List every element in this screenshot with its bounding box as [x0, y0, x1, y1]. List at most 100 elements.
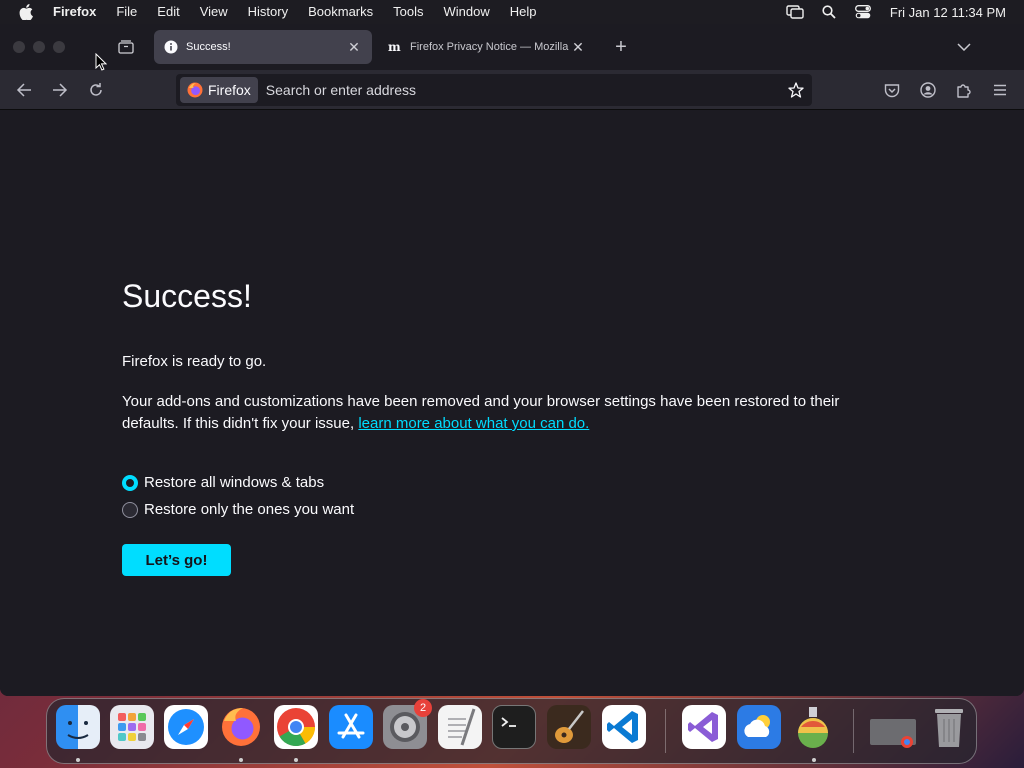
close-tab-icon[interactable]: ✕: [346, 39, 362, 55]
menu-view[interactable]: View: [190, 0, 238, 24]
mouse-cursor-icon: [95, 53, 107, 71]
potion-flask-icon: [798, 707, 828, 748]
reload-button[interactable]: [84, 79, 108, 101]
list-all-tabs-button[interactable]: [954, 38, 974, 56]
lets-go-button[interactable]: Let’s go!: [122, 544, 231, 576]
visual-studio-icon: [688, 712, 718, 742]
screen-mirroring-icon[interactable]: [778, 0, 812, 24]
puzzle-icon: [957, 84, 971, 98]
firefox-view-icon: [118, 40, 134, 54]
page-content: Success! Firefox is ready to go. Your ad…: [0, 110, 1024, 696]
restore-some-option[interactable]: Restore only the ones you want: [122, 501, 354, 518]
dock-finder[interactable]: [56, 705, 100, 749]
tab-success[interactable]: Success! ✕: [154, 30, 372, 64]
spotlight-search-icon[interactable]: [812, 0, 846, 24]
menu-app-name[interactable]: Firefox: [52, 0, 106, 24]
menu-file[interactable]: File: [106, 0, 147, 24]
dock-running-indicator: [239, 758, 243, 762]
reload-icon: [90, 83, 102, 96]
chevron-down-icon: [957, 43, 971, 51]
dock-app-store[interactable]: [329, 705, 373, 749]
page-title: Success!: [122, 278, 252, 314]
minimize-window-button[interactable]: [33, 41, 45, 53]
dock-chrome[interactable]: [274, 705, 318, 749]
dock-launchpad[interactable]: [110, 705, 154, 749]
dock-safari[interactable]: [164, 705, 208, 749]
forward-arrow-icon: [53, 83, 68, 97]
menu-help[interactable]: Help: [500, 0, 547, 24]
firefox-icon: [222, 708, 260, 746]
app-menu-button[interactable]: [988, 79, 1012, 101]
textedit-icon: [448, 708, 476, 746]
minimized-window-icon: [870, 719, 916, 748]
tab-title: Firefox Privacy Notice — Mozilla: [410, 41, 569, 53]
dock-running-indicator: [294, 758, 298, 762]
svg-text:m: m: [388, 41, 401, 53]
close-window-button[interactable]: [13, 41, 25, 53]
dock-potion[interactable]: [791, 705, 835, 749]
menu-window[interactable]: Window: [434, 0, 500, 24]
dock-weather[interactable]: [737, 705, 781, 749]
menubar-clock[interactable]: Fri Jan 12 11:34 PM: [880, 5, 1006, 20]
new-tab-button[interactable]: +: [610, 36, 632, 58]
forward-button[interactable]: [48, 79, 72, 101]
launchpad-icon: [118, 713, 146, 741]
restore-some-radio[interactable]: [122, 501, 138, 518]
apple-menu[interactable]: [0, 4, 52, 20]
menu-tools[interactable]: Tools: [383, 0, 433, 24]
star-icon: [788, 82, 804, 98]
dock-firefox[interactable]: [219, 705, 263, 749]
address-input[interactable]: [265, 82, 780, 98]
back-button[interactable]: [12, 79, 36, 101]
menu-history[interactable]: History: [238, 0, 298, 24]
restore-all-radio[interactable]: [122, 474, 138, 491]
dock-vscode[interactable]: [602, 705, 646, 749]
dock-running-indicator: [76, 758, 80, 762]
window-controls: [0, 41, 100, 53]
dock-separator: [665, 709, 666, 753]
dock-visual-studio[interactable]: [682, 705, 726, 749]
dock-textedit[interactable]: [438, 705, 482, 749]
firefox-view-button[interactable]: [116, 38, 136, 56]
extensions-button[interactable]: [952, 79, 976, 101]
dock-terminal[interactable]: [492, 705, 536, 749]
dock-trash[interactable]: [927, 705, 971, 749]
vscode-icon: [607, 711, 638, 743]
mozilla-favicon-icon: m: [388, 40, 402, 54]
tab-bar: Success! ✕ m Firefox Privacy Notice — Mo…: [0, 24, 1024, 70]
hamburger-menu-icon: [994, 84, 1006, 96]
menu-bookmarks[interactable]: Bookmarks: [298, 0, 383, 24]
ready-message: Firefox is ready to go.: [122, 353, 267, 370]
identity-box[interactable]: Firefox: [180, 77, 258, 103]
menu-edit[interactable]: Edit: [147, 0, 189, 24]
dock-garageband[interactable]: [547, 705, 591, 749]
dock-system-settings[interactable]: 2: [383, 699, 432, 749]
app-store-icon: [337, 713, 365, 739]
chrome-icon: [277, 708, 316, 747]
safari-compass-icon: [168, 709, 204, 745]
dock-running-indicator: [812, 758, 816, 762]
apple-icon: [19, 4, 33, 20]
account-button[interactable]: [916, 79, 940, 101]
tab-title: Success!: [186, 41, 231, 53]
restore-all-label: Restore all windows & tabs: [144, 474, 325, 491]
learn-more-link[interactable]: learn more about what you can do.: [358, 415, 589, 432]
bookmark-star-button[interactable]: [780, 82, 812, 98]
restore-some-label: Restore only the ones you want: [144, 501, 355, 518]
control-center-icon[interactable]: [846, 0, 880, 24]
weather-cloud-icon: [744, 715, 770, 737]
identity-label: Firefox: [208, 82, 251, 98]
pocket-button[interactable]: [880, 79, 904, 101]
notification-badge: 2: [414, 699, 432, 717]
tab-privacy-notice[interactable]: m Firefox Privacy Notice — Mozilla ✕: [378, 30, 596, 64]
zoom-window-button[interactable]: [53, 41, 65, 53]
guitar-icon: [555, 710, 584, 743]
trash-icon: [935, 709, 963, 747]
firefox-window: Success! ✕ m Firefox Privacy Notice — Mo…: [0, 24, 1024, 696]
close-tab-icon[interactable]: ✕: [570, 39, 586, 55]
restore-all-option[interactable]: Restore all windows & tabs: [122, 474, 324, 491]
url-bar[interactable]: Firefox: [176, 74, 812, 106]
dock: 2: [46, 698, 977, 764]
dock-chrome-window[interactable]: [867, 705, 916, 749]
pocket-icon: [884, 83, 900, 97]
